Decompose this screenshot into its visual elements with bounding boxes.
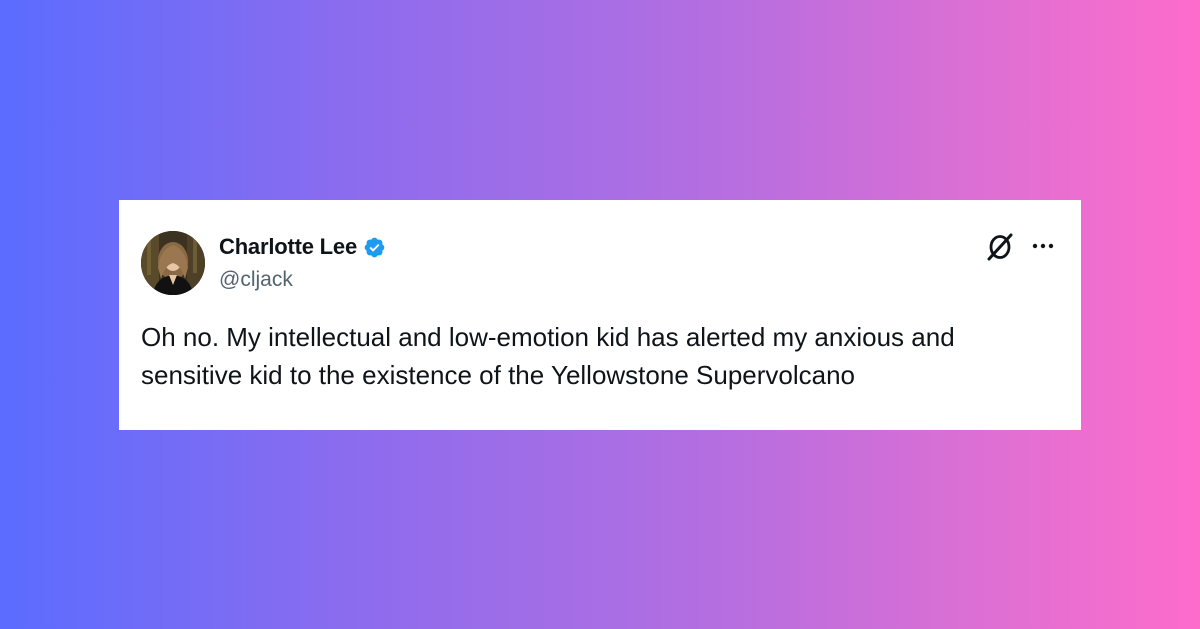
verified-badge-icon (363, 236, 386, 259)
handle[interactable]: @cljack (219, 268, 293, 292)
avatar[interactable] (141, 231, 205, 295)
avatar-image (141, 231, 205, 295)
more-options-icon[interactable] (1029, 234, 1057, 258)
tweet-text: Oh no. My intellectual and low-emotion k… (141, 322, 955, 390)
author-name-row[interactable]: Charlotte Lee (219, 234, 386, 260)
display-name[interactable]: Charlotte Lee (219, 234, 357, 260)
x-logo-icon[interactable] (985, 232, 1015, 262)
tweet-card: Charlotte Lee @cljack Oh no. My intellec… (119, 200, 1081, 430)
